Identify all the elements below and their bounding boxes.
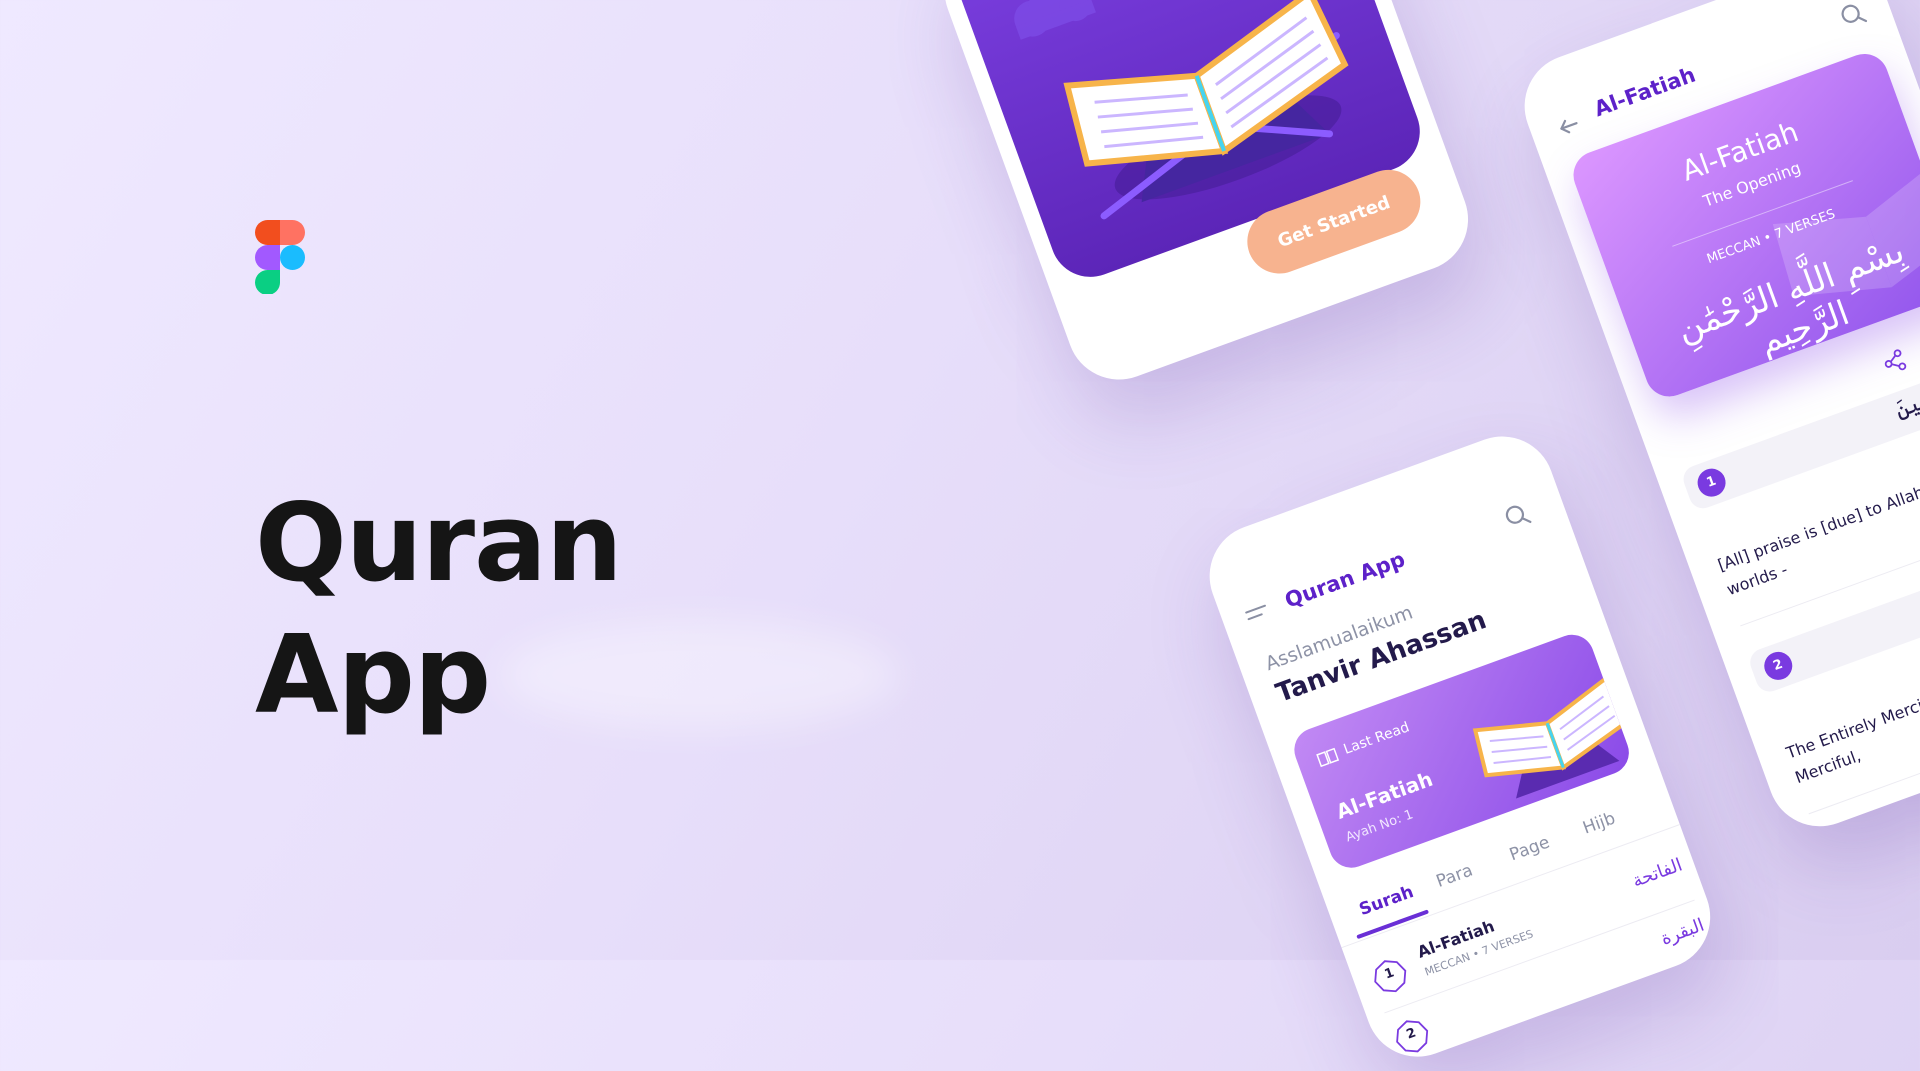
menu-icon[interactable] — [1244, 604, 1271, 627]
tab-surah[interactable]: Surah — [1357, 882, 1417, 920]
app-name: Quran App — [1281, 547, 1409, 613]
surah-title: Al-Fatiah — [1591, 62, 1699, 122]
verse-number: 1 — [1693, 464, 1730, 501]
page-title: Quran App — [255, 478, 623, 742]
home-phone-mockup: Quran App Asslamualaikum Tanvir Ahassan … — [1195, 421, 1725, 1071]
tab-page[interactable]: Page — [1507, 832, 1553, 865]
share-icon[interactable] — [1878, 345, 1911, 378]
surah-arabic-name: الفاتحة — [1629, 854, 1686, 892]
search-icon[interactable] — [1501, 499, 1534, 532]
title-line-2: App — [255, 613, 491, 738]
title-line-1: Quran — [255, 481, 623, 606]
verse-number: 2 — [1760, 647, 1797, 684]
surah-number-badge: 1 — [1367, 953, 1413, 999]
tab-hijb[interactable]: Hijb — [1580, 809, 1618, 839]
figma-logo-icon — [255, 220, 305, 294]
verse-actions — [1878, 329, 1920, 382]
surah-number-badge: 2 — [1389, 1013, 1435, 1059]
quran-book-illustration — [1472, 675, 1630, 799]
surah-arabic-name: البقرة — [1658, 914, 1708, 950]
last-read-label: Last Read — [1341, 719, 1412, 758]
search-icon[interactable] — [1837, 0, 1870, 32]
tab-para[interactable]: Para — [1434, 860, 1476, 892]
back-arrow-icon[interactable] — [1554, 111, 1585, 142]
splash-phone-mockup: Get Started — [930, 0, 1483, 395]
book-icon — [1316, 747, 1340, 768]
